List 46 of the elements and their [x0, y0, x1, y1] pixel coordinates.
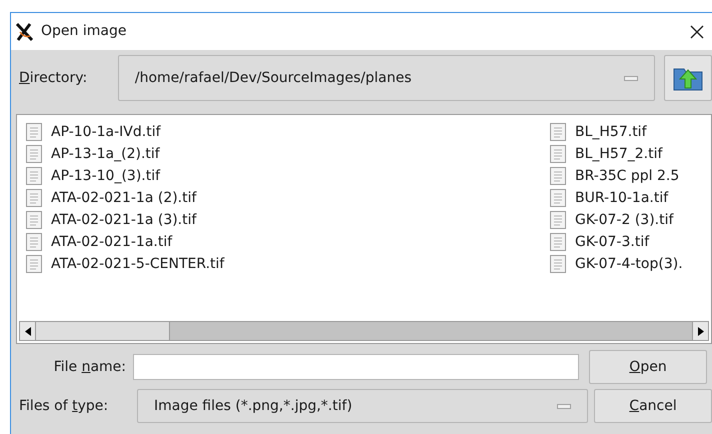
document-icon [550, 255, 566, 273]
file-item[interactable]: AP-13-10_(3).tif [26, 165, 550, 187]
file-item[interactable]: ATA-02-021-1a.tif [26, 231, 550, 253]
document-icon [26, 189, 42, 207]
dropdown-icon [624, 76, 638, 80]
open-button[interactable]: Open [589, 350, 707, 384]
file-item[interactable]: BL_H57.tif [550, 121, 711, 143]
document-icon [550, 123, 566, 141]
file-item[interactable]: ATA-02-021-1a (2).tif [26, 187, 550, 209]
file-item[interactable]: BR-35C ppl 2.5 [550, 165, 711, 187]
cancel-button[interactable]: Cancel [594, 389, 712, 423]
file-item[interactable]: GK-07-3.tif [550, 231, 711, 253]
directory-label: Directory: [19, 68, 88, 88]
document-icon [26, 233, 42, 251]
document-icon [26, 123, 42, 141]
file-name-field[interactable] [133, 354, 579, 380]
document-icon [26, 255, 42, 273]
document-icon [26, 211, 42, 229]
file-item[interactable]: ATA-02-021-1a (3).tif [26, 209, 550, 231]
document-icon [550, 211, 566, 229]
scroll-left-icon[interactable] [20, 322, 36, 340]
x-logo-icon [15, 22, 35, 42]
window-title: Open image [41, 22, 126, 41]
file-item[interactable]: GK-07-4-top(3). [550, 253, 711, 275]
horizontal-scrollbar[interactable] [19, 321, 709, 341]
document-icon [26, 145, 42, 163]
file-item[interactable]: GK-07-2 (3).tif [550, 209, 711, 231]
scroll-right-icon[interactable] [692, 322, 708, 340]
file-name-label: File name: [52, 358, 127, 376]
document-icon [550, 145, 566, 163]
file-item[interactable]: BL_H57_2.tif [550, 143, 711, 165]
file-item[interactable]: ATA-02-021-5-CENTER.tif [26, 253, 550, 275]
dropdown-icon [557, 404, 571, 408]
file-item[interactable]: AP-13-1a_(2).tif [26, 143, 550, 165]
close-icon[interactable] [690, 24, 704, 38]
document-icon [550, 189, 566, 207]
document-icon [26, 167, 42, 185]
directory-dropdown[interactable]: /home/rafael/Dev/SourceImages/planes [118, 55, 656, 101]
file-type-label: Files of type: [18, 396, 110, 416]
document-icon [550, 167, 566, 185]
scroll-thumb[interactable] [36, 322, 170, 340]
file-item[interactable]: BUR-10-1a.tif [550, 187, 711, 209]
document-icon [550, 233, 566, 251]
parent-directory-button[interactable] [664, 55, 712, 101]
file-item[interactable]: AP-10-1a-IVd.tif [26, 121, 550, 143]
file-type-dropdown[interactable]: Image files (*.png,*.jpg,*.tif) [137, 389, 588, 423]
